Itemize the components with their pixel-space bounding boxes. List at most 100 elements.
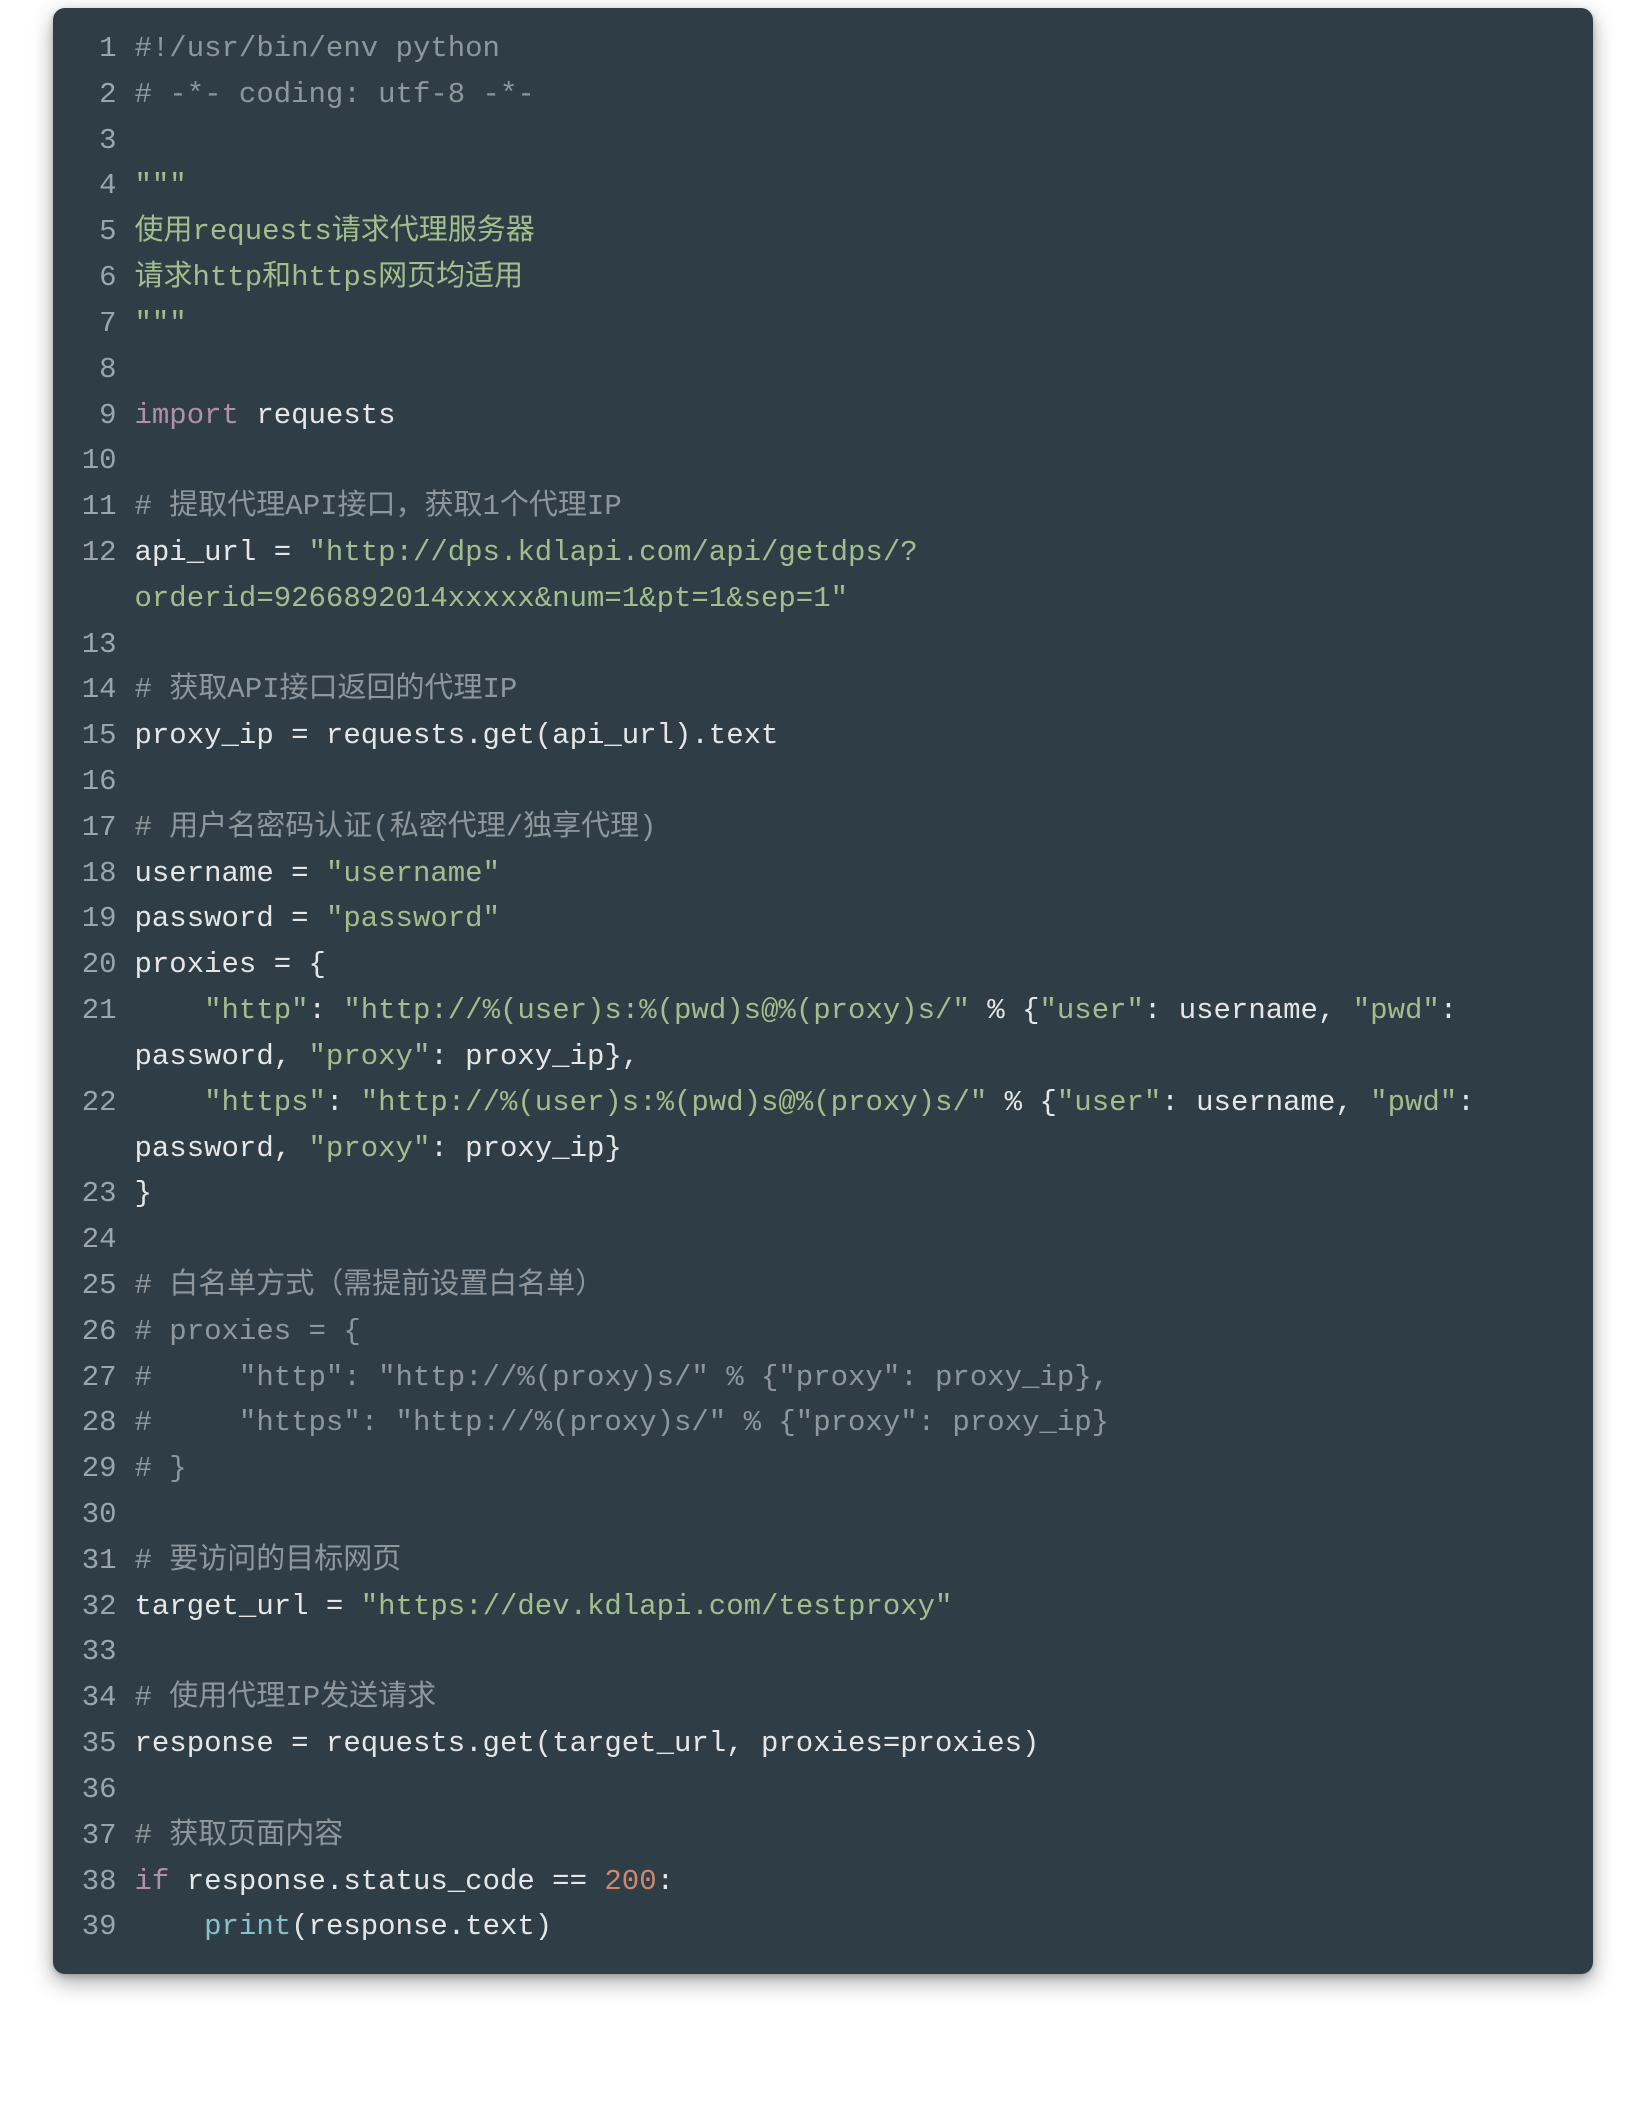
code-line: 11# 提取代理API接口，获取1个代理IP bbox=[63, 484, 1569, 530]
line-content bbox=[135, 1767, 1569, 1813]
code-token: "https://dev.kdlapi.com/testproxy" bbox=[361, 1590, 953, 1623]
code-token: """ bbox=[135, 307, 187, 340]
line-number: 17 bbox=[63, 805, 135, 851]
code-token: # 白名单方式（需提前设置白名单） bbox=[135, 1269, 605, 1302]
code-line: 37# 获取页面内容 bbox=[63, 1813, 1569, 1859]
code-token: (response.text) bbox=[291, 1910, 552, 1943]
line-content: 使用requests请求代理服务器 bbox=[135, 209, 1569, 255]
line-number: 28 bbox=[63, 1400, 135, 1446]
line-content: if response.status_code == 200: bbox=[135, 1859, 1569, 1905]
line-content: print(response.text) bbox=[135, 1904, 1569, 1950]
code-token: """ bbox=[135, 169, 187, 202]
code-line: 5使用requests请求代理服务器 bbox=[63, 209, 1569, 255]
line-number: 33 bbox=[63, 1629, 135, 1675]
code-token: 请求http和https网页均适用 bbox=[135, 261, 524, 294]
line-number: 24 bbox=[63, 1217, 135, 1263]
code-token: "http" bbox=[204, 994, 308, 1027]
line-content: # 获取API接口返回的代理IP bbox=[135, 667, 1569, 713]
code-token: : bbox=[309, 994, 344, 1027]
code-line: 28# "https": "http://%(proxy)s/" % {"pro… bbox=[63, 1400, 1569, 1446]
line-number: 8 bbox=[63, 347, 135, 393]
line-number: 27 bbox=[63, 1355, 135, 1401]
code-token: # proxies = { bbox=[135, 1315, 361, 1348]
code-token bbox=[135, 994, 205, 1027]
code-token: target_url = bbox=[135, 1590, 361, 1623]
line-number: 2 bbox=[63, 72, 135, 118]
line-number: 10 bbox=[63, 438, 135, 484]
code-token: password = bbox=[135, 902, 326, 935]
line-content: # } bbox=[135, 1446, 1569, 1492]
code-line: 14# 获取API接口返回的代理IP bbox=[63, 667, 1569, 713]
line-number: 31 bbox=[63, 1538, 135, 1584]
code-line: 39 print(response.text) bbox=[63, 1904, 1569, 1950]
code-line: 2# -*- coding: utf-8 -*- bbox=[63, 72, 1569, 118]
code-token: : bbox=[326, 1086, 361, 1119]
code-token: "user" bbox=[1040, 994, 1144, 1027]
code-line: 21 "http": "http://%(user)s:%(pwd)s@%(pr… bbox=[63, 988, 1569, 1080]
code-line: 36 bbox=[63, 1767, 1569, 1813]
line-number: 19 bbox=[63, 896, 135, 942]
line-number: 4 bbox=[63, 163, 135, 209]
code-block[interactable]: 1#!/usr/bin/env python2# -*- coding: utf… bbox=[53, 8, 1593, 1974]
code-line: 33 bbox=[63, 1629, 1569, 1675]
line-number: 22 bbox=[63, 1080, 135, 1126]
line-number: 35 bbox=[63, 1721, 135, 1767]
code-line: 31# 要访问的目标网页 bbox=[63, 1538, 1569, 1584]
line-content: # 提取代理API接口，获取1个代理IP bbox=[135, 484, 1569, 530]
code-line: 12api_url = "http://dps.kdlapi.com/api/g… bbox=[63, 530, 1569, 622]
line-number: 20 bbox=[63, 942, 135, 988]
code-line: 17# 用户名密码认证(私密代理/独享代理) bbox=[63, 805, 1569, 851]
line-content bbox=[135, 347, 1569, 393]
line-number: 34 bbox=[63, 1675, 135, 1721]
code-line: 6请求http和https网页均适用 bbox=[63, 255, 1569, 301]
code-token: "pwd" bbox=[1353, 994, 1440, 1027]
line-number: 1 bbox=[63, 26, 135, 72]
line-content: # 白名单方式（需提前设置白名单） bbox=[135, 1263, 1569, 1309]
code-line: 24 bbox=[63, 1217, 1569, 1263]
line-content: 请求http和https网页均适用 bbox=[135, 255, 1569, 301]
code-token: # 要访问的目标网页 bbox=[135, 1544, 402, 1577]
code-token: # 提取代理API接口，获取1个代理IP bbox=[135, 490, 622, 523]
code-token bbox=[135, 1910, 205, 1943]
code-token: "password" bbox=[326, 902, 500, 935]
line-content: proxy_ip = requests.get(api_url).text bbox=[135, 713, 1569, 759]
line-content bbox=[135, 1492, 1569, 1538]
line-content: import requests bbox=[135, 393, 1569, 439]
line-content: # proxies = { bbox=[135, 1309, 1569, 1355]
code-token: username = bbox=[135, 857, 326, 890]
line-number: 15 bbox=[63, 713, 135, 759]
code-line: 34# 使用代理IP发送请求 bbox=[63, 1675, 1569, 1721]
code-token: "https" bbox=[204, 1086, 326, 1119]
code-line: 38if response.status_code == 200: bbox=[63, 1859, 1569, 1905]
code-token: # 获取API接口返回的代理IP bbox=[135, 673, 518, 706]
line-number: 13 bbox=[63, 622, 135, 668]
line-content: # 用户名密码认证(私密代理/独享代理) bbox=[135, 805, 1569, 851]
code-line: 22 "https": "http://%(user)s:%(pwd)s@%(p… bbox=[63, 1080, 1569, 1172]
code-token bbox=[135, 1086, 205, 1119]
line-content: response = requests.get(target_url, prox… bbox=[135, 1721, 1569, 1767]
code-token: 使用requests请求代理服务器 bbox=[135, 215, 535, 248]
code-line: 4""" bbox=[63, 163, 1569, 209]
code-token: if bbox=[135, 1865, 170, 1898]
line-number: 9 bbox=[63, 393, 135, 439]
page-root: 1#!/usr/bin/env python2# -*- coding: utf… bbox=[0, 0, 1645, 2014]
line-content: #!/usr/bin/env python bbox=[135, 26, 1569, 72]
line-number: 26 bbox=[63, 1309, 135, 1355]
line-content: } bbox=[135, 1171, 1569, 1217]
line-number: 5 bbox=[63, 209, 135, 255]
code-line: 27# "http": "http://%(proxy)s/" % {"prox… bbox=[63, 1355, 1569, 1401]
code-token: # 用户名密码认证(私密代理/独享代理) bbox=[135, 811, 657, 844]
line-number: 21 bbox=[63, 988, 135, 1034]
line-number: 7 bbox=[63, 301, 135, 347]
code-token: # "https": "http://%(proxy)s/" % {"proxy… bbox=[135, 1406, 1110, 1439]
code-token: # 获取页面内容 bbox=[135, 1819, 344, 1852]
code-token: 200 bbox=[604, 1865, 656, 1898]
line-number: 3 bbox=[63, 118, 135, 164]
code-token: "proxy" bbox=[309, 1132, 431, 1165]
line-content: # -*- coding: utf-8 -*- bbox=[135, 72, 1569, 118]
code-token: # "http": "http://%(proxy)s/" % {"proxy"… bbox=[135, 1361, 1110, 1394]
code-token: "http://%(user)s:%(pwd)s@%(proxy)s/" bbox=[361, 1086, 988, 1119]
line-number: 12 bbox=[63, 530, 135, 576]
code-token: "http://%(user)s:%(pwd)s@%(proxy)s/" bbox=[343, 994, 970, 1027]
code-line: 29# } bbox=[63, 1446, 1569, 1492]
